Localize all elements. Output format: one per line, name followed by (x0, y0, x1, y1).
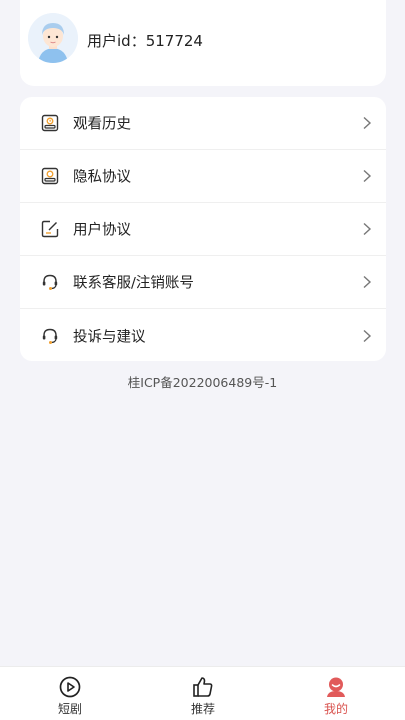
chevron-right-icon (363, 275, 372, 289)
chevron-right-icon (363, 169, 372, 183)
nav-tab-mine[interactable]: 我的 (296, 667, 376, 720)
menu-item-privacy-policy[interactable]: 隐私协议 (20, 150, 386, 203)
menu-item-watch-history[interactable]: 观看历史 (20, 97, 386, 150)
history-icon (40, 113, 60, 133)
menu-item-label: 用户协议 (73, 222, 131, 239)
privacy-icon (40, 166, 60, 186)
nav-label: 推荐 (190, 702, 215, 716)
feedback-icon (40, 326, 60, 346)
nav-tab-short-drama[interactable]: 短剧 (30, 667, 110, 720)
menu-item-user-agreement[interactable]: 用户协议 (20, 203, 386, 256)
profile-card: 用户id：517724 (20, 0, 386, 86)
chevron-right-icon (363, 222, 372, 236)
avatar-image (28, 13, 78, 63)
menu-item-feedback[interactable]: 投诉与建议 (20, 309, 386, 361)
chevron-right-icon (363, 329, 372, 342)
menu-item-customer-service[interactable]: 联系客服/注销账号 (20, 256, 386, 309)
menu-list: 观看历史 隐私协议 用户协议 联系客服/注销账号 投诉与建议 (20, 97, 386, 361)
menu-item-label: 隐私协议 (73, 169, 131, 186)
avatar[interactable] (28, 13, 78, 63)
profile-page: 用户id：517724 观看历史 隐私协议 用户协议 联系客服/注销账号 投诉与… (0, 0, 405, 720)
bottom-nav: 短剧 推荐 我的 (0, 666, 405, 720)
icp-license-text: 桂ICP备2022006489号-1 (127, 375, 278, 390)
nav-label: 我的 (323, 702, 348, 716)
nav-label: 短剧 (57, 702, 82, 716)
customer-service-icon (40, 272, 60, 292)
play-icon (59, 676, 81, 698)
menu-item-label: 联系客服/注销账号 (73, 275, 194, 292)
thumbs-up-icon (193, 677, 213, 697)
nav-tab-recommend[interactable]: 推荐 (163, 667, 243, 720)
menu-item-label: 投诉与建议 (73, 329, 146, 345)
agreement-icon (40, 219, 60, 239)
user-id-text: 用户id：517724 (87, 32, 203, 50)
chevron-right-icon (363, 116, 372, 130)
menu-item-label: 观看历史 (73, 116, 131, 133)
profile-icon (327, 677, 345, 697)
